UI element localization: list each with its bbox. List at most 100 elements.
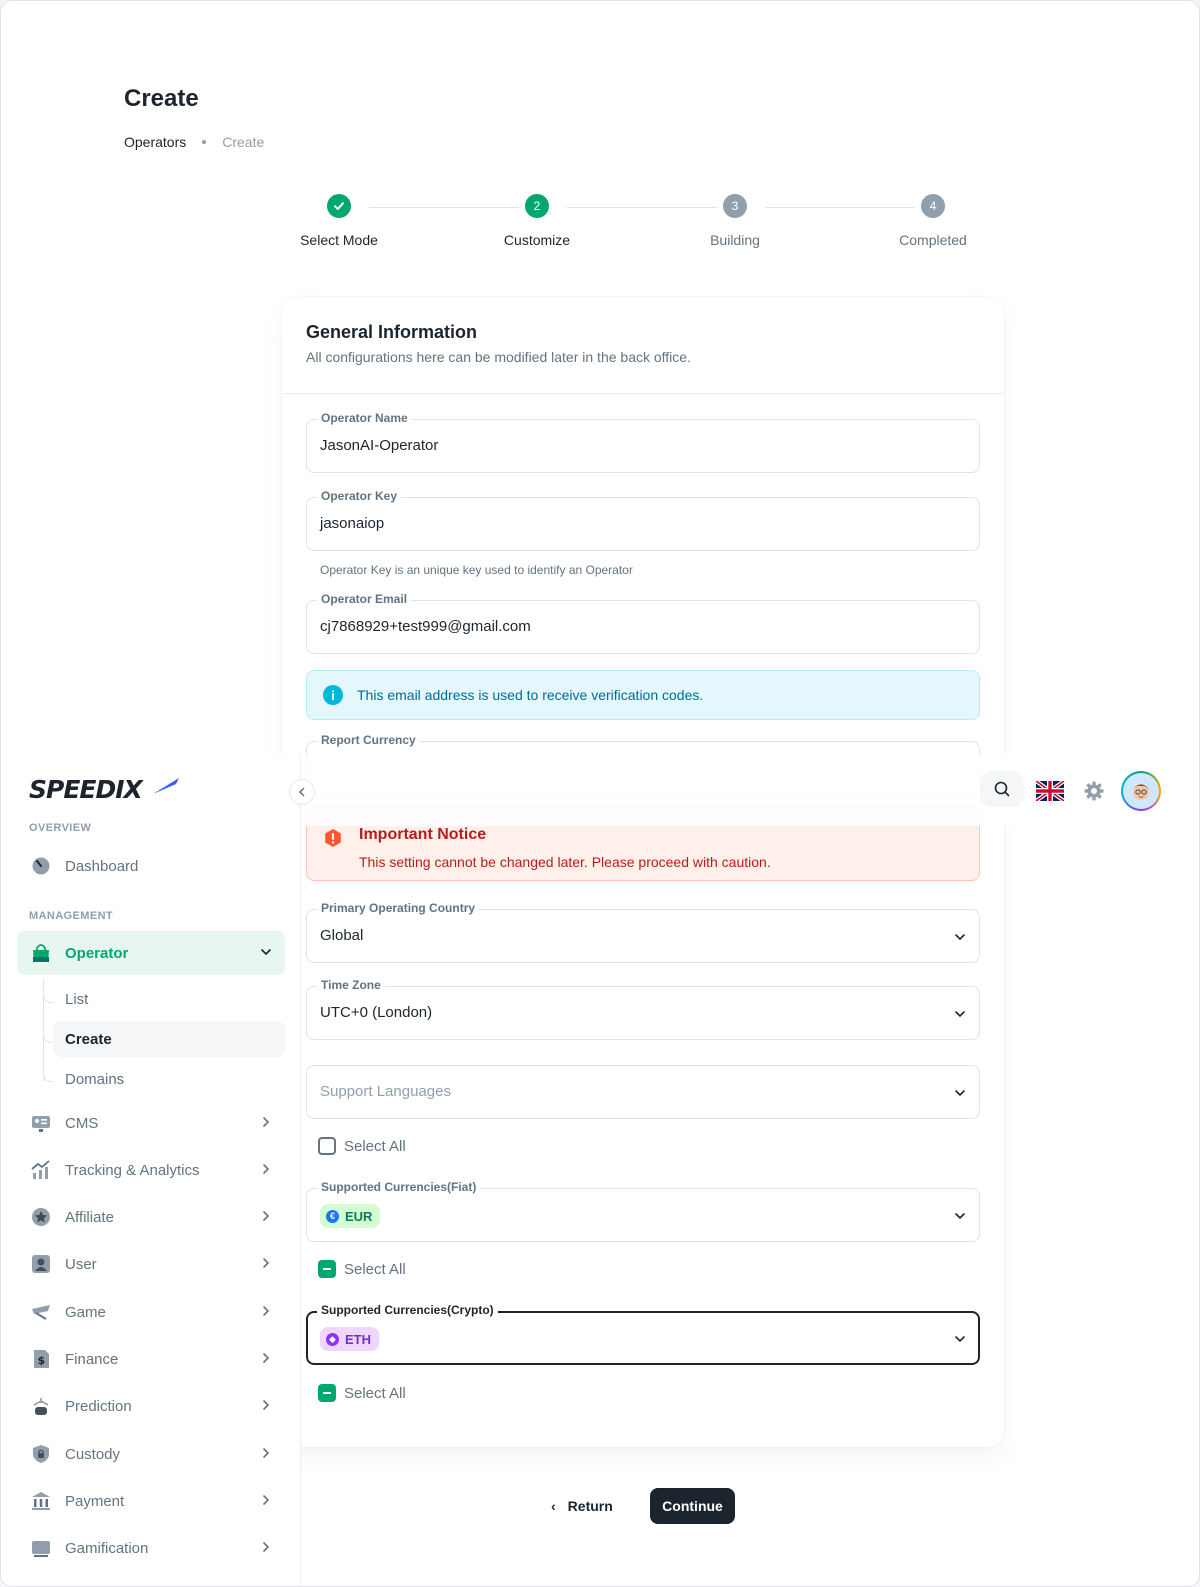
field-label: Time Zone: [317, 978, 385, 992]
sidebar-subitem-domains[interactable]: Domains: [53, 1061, 285, 1097]
continue-button[interactable]: Continue: [650, 1488, 735, 1524]
alert-text: This email address is used to receive ve…: [357, 687, 704, 703]
gamification-icon: [29, 1536, 53, 1560]
dashboard-icon: [29, 854, 53, 878]
sidebar-item-dashboard[interactable]: Dashboard: [17, 844, 285, 888]
sidebar-item-cms[interactable]: CMS: [17, 1101, 285, 1145]
crypto-currencies-select[interactable]: Supported Currencies(Crypto) ◆ ETH: [306, 1303, 980, 1365]
chevron-down-icon: [955, 1011, 965, 1018]
sidebar-item-custody[interactable]: Custody: [17, 1432, 285, 1476]
sidebar-subitem-create[interactable]: Create: [53, 1021, 285, 1057]
eur-chip[interactable]: € EUR: [320, 1204, 381, 1228]
chevron-down-icon: [955, 1213, 965, 1220]
field-label: Operator Key: [317, 489, 402, 503]
chevron-right-icon: [263, 1448, 270, 1458]
collapse-sidebar-button[interactable]: [289, 779, 315, 805]
checkbox[interactable]: [318, 1384, 336, 1402]
primary-country-select[interactable]: Primary Operating Country Global: [306, 901, 980, 963]
step-label: Completed: [899, 232, 967, 248]
breadcrumb-operators-link[interactable]: Operators: [124, 134, 186, 150]
email-info-alert: i This email address is used to receive …: [306, 670, 980, 720]
sidebar-item-finance[interactable]: $ Finance: [17, 1337, 285, 1381]
sidebar-item-affiliate[interactable]: Affiliate: [17, 1195, 285, 1239]
sidebar-item-label: Prediction: [65, 1397, 132, 1415]
time-zone-select[interactable]: Time Zone UTC+0 (London): [306, 978, 980, 1040]
chevron-down-icon: [261, 949, 271, 956]
card-title: General Information: [306, 322, 478, 342]
uk-flag-icon[interactable]: [1036, 781, 1064, 801]
step-label: Customize: [503, 232, 571, 248]
chevron-down-icon: [955, 1090, 965, 1097]
alert-message: This setting cannot be changed later. Pl…: [359, 854, 771, 870]
shopping-bag-icon: [29, 941, 53, 965]
card-subtitle: All configurations here can be modified …: [306, 349, 691, 365]
operator-name-field[interactable]: Operator Name JasonAI-Operator: [306, 411, 980, 473]
chevron-right-icon: [263, 1258, 270, 1268]
chevron-right-icon: [263, 1306, 270, 1316]
sidebar-item-prediction[interactable]: Prediction: [17, 1384, 285, 1428]
chevron-right-icon: [263, 1164, 270, 1174]
sidebar-item-label: Operator: [65, 944, 129, 962]
operator-key-field[interactable]: Operator Key jasonaiop: [306, 489, 980, 551]
return-label: Return: [567, 1498, 613, 1514]
game-icon: [29, 1300, 53, 1324]
search-icon: [994, 781, 1010, 797]
sidebar-item-label: Custody: [65, 1445, 121, 1463]
sidebar-item-label: Dashboard: [65, 857, 139, 875]
field-value: Global: [320, 927, 364, 944]
return-button[interactable]: ‹ Return: [551, 1488, 613, 1524]
sidebar-item-label: CMS: [65, 1114, 99, 1132]
search-button[interactable]: [980, 771, 1024, 807]
field-label: Report Currency: [317, 733, 420, 747]
step-label: Select Mode: [300, 232, 378, 248]
sidebar-item-tracking-analytics[interactable]: Tracking & Analytics: [17, 1148, 285, 1192]
warning-icon: [325, 829, 341, 847]
chevron-right-icon: [263, 1353, 270, 1363]
sidebar-item-game[interactable]: Game: [17, 1290, 285, 1334]
operator-email-field[interactable]: Operator Email cj7868929+test999@gmail.c…: [306, 592, 980, 654]
alert-title: Important Notice: [359, 826, 487, 843]
step-number: 4: [921, 194, 945, 218]
sidebar-subitem-list[interactable]: List: [53, 981, 285, 1017]
field-value: cj7868929+test999@gmail.com: [320, 618, 531, 635]
avatar-image: [1123, 773, 1159, 809]
field-label: Supported Currencies(Crypto): [317, 1303, 498, 1317]
field-label: Supported Currencies(Fiat): [317, 1180, 481, 1194]
user-avatar-icon: [1133, 784, 1149, 800]
chevron-right-icon: [263, 1117, 270, 1127]
eth-chip[interactable]: ◆ ETH: [320, 1327, 379, 1351]
step-number: 3: [723, 194, 747, 218]
gear-icon[interactable]: [1083, 780, 1105, 802]
finance-icon: $: [29, 1347, 53, 1371]
sidebar-item-label: Affiliate: [65, 1208, 114, 1226]
breadcrumb-separator: [202, 140, 207, 144]
sidebar-item-payment[interactable]: Payment: [17, 1479, 285, 1523]
breadcrumb-current: Create: [222, 134, 265, 150]
field-placeholder: Support Languages: [320, 1083, 451, 1100]
chevron-right-icon: [263, 1400, 270, 1410]
chevron-right-icon: [263, 1542, 270, 1552]
crypto-select-all[interactable]: Select All: [318, 1384, 406, 1402]
sidebar-item-gamification[interactable]: Gamification: [17, 1526, 285, 1570]
fiat-currencies-select[interactable]: Supported Currencies(Fiat) € EUR: [306, 1180, 980, 1242]
support-languages-select[interactable]: Support Languages: [306, 1065, 980, 1119]
chevron-down-icon: [955, 934, 965, 941]
fiat-select-all[interactable]: Select All: [318, 1260, 406, 1278]
bank-icon: [29, 1489, 53, 1513]
stepper: Select Mode 2 Customize 3 Building 4 Com…: [297, 194, 985, 264]
checkbox[interactable]: [318, 1137, 336, 1155]
checkbox-label: Select All: [344, 1260, 406, 1278]
field-label: Primary Operating Country: [317, 901, 480, 915]
sidebar-item-operator[interactable]: Operator: [17, 931, 285, 975]
avatar[interactable]: [1121, 771, 1161, 811]
sidebar-item-label: Finance: [65, 1350, 119, 1368]
checkbox[interactable]: [318, 1260, 336, 1278]
check-icon: [327, 194, 351, 218]
cms-icon: [29, 1111, 53, 1135]
sidebar-item-label: Tracking & Analytics: [65, 1161, 200, 1179]
chevron-right-icon: [263, 1211, 270, 1221]
sidebar-item-user[interactable]: User: [17, 1242, 285, 1286]
tree-line: [43, 979, 44, 1081]
chip-label: ETH: [345, 1331, 371, 1347]
languages-select-all[interactable]: Select All: [318, 1137, 406, 1155]
